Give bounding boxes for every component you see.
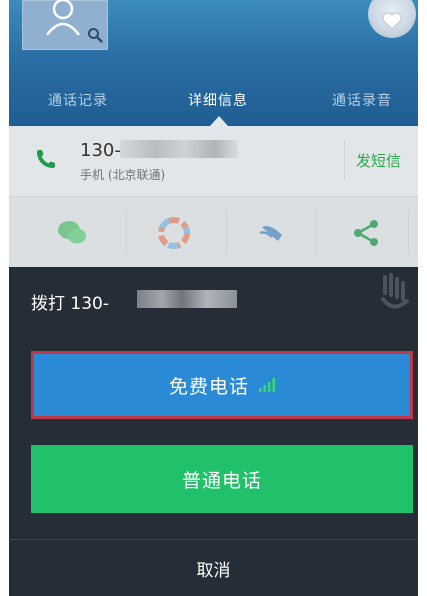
divider <box>126 209 127 255</box>
redacted-number <box>137 290 237 308</box>
phone-number-row[interactable]: 130- 手机 (北京联通) 发短信 <box>0 126 427 197</box>
screen-edge-right <box>418 0 427 596</box>
tab-details[interactable]: 详细信息 <box>188 90 248 114</box>
heart-icon <box>382 12 402 30</box>
color-wheel-icon[interactable] <box>158 217 190 249</box>
divider <box>344 140 345 180</box>
screen: 通话记录 详细信息 通话录音 130- 手机 (北京联通) 发短信 拨打 130… <box>0 0 427 596</box>
phone-number: 130- <box>80 140 121 161</box>
normal-call-button[interactable]: 普通电话 <box>31 445 413 513</box>
favorite-button[interactable] <box>368 0 416 38</box>
active-tab-indicator <box>210 116 228 126</box>
quick-actions-row <box>0 197 427 267</box>
tab-bar: 通话记录 详细信息 通话录音 <box>0 82 427 126</box>
contact-header: 通话记录 详细信息 通话录音 <box>0 0 427 126</box>
divider <box>226 209 227 255</box>
cancel-label: 取消 <box>196 560 231 581</box>
contact-avatar[interactable] <box>22 0 108 50</box>
normal-call-label: 普通电话 <box>181 469 262 492</box>
signal-icon <box>259 378 275 392</box>
divider <box>408 209 409 255</box>
swipe-icon[interactable] <box>256 217 288 249</box>
watermark-icon <box>381 273 409 309</box>
phone-type-label: 手机 (北京联通) <box>80 168 166 182</box>
phone-icon <box>37 150 55 168</box>
dialog-title: 拨打 130- <box>31 294 109 314</box>
magnifier-icon <box>88 28 103 43</box>
tab-call-log[interactable]: 通话记录 <box>48 90 108 114</box>
cancel-button[interactable]: 取消 <box>9 540 418 596</box>
free-call-label: 免费电话 <box>168 375 249 398</box>
divider <box>316 209 317 255</box>
wechat-icon[interactable] <box>56 217 88 249</box>
free-call-button[interactable]: 免费电话 <box>31 351 413 419</box>
tab-recordings[interactable]: 通话录音 <box>332 90 392 114</box>
share-icon[interactable] <box>350 217 382 249</box>
send-sms-button[interactable]: 发短信 <box>356 150 401 171</box>
person-icon <box>45 0 81 35</box>
redacted-number <box>120 140 238 158</box>
screen-edge-left <box>0 0 9 596</box>
call-options-dialog: 拨打 130- 免费电话 普通电话 取消 <box>9 267 418 596</box>
